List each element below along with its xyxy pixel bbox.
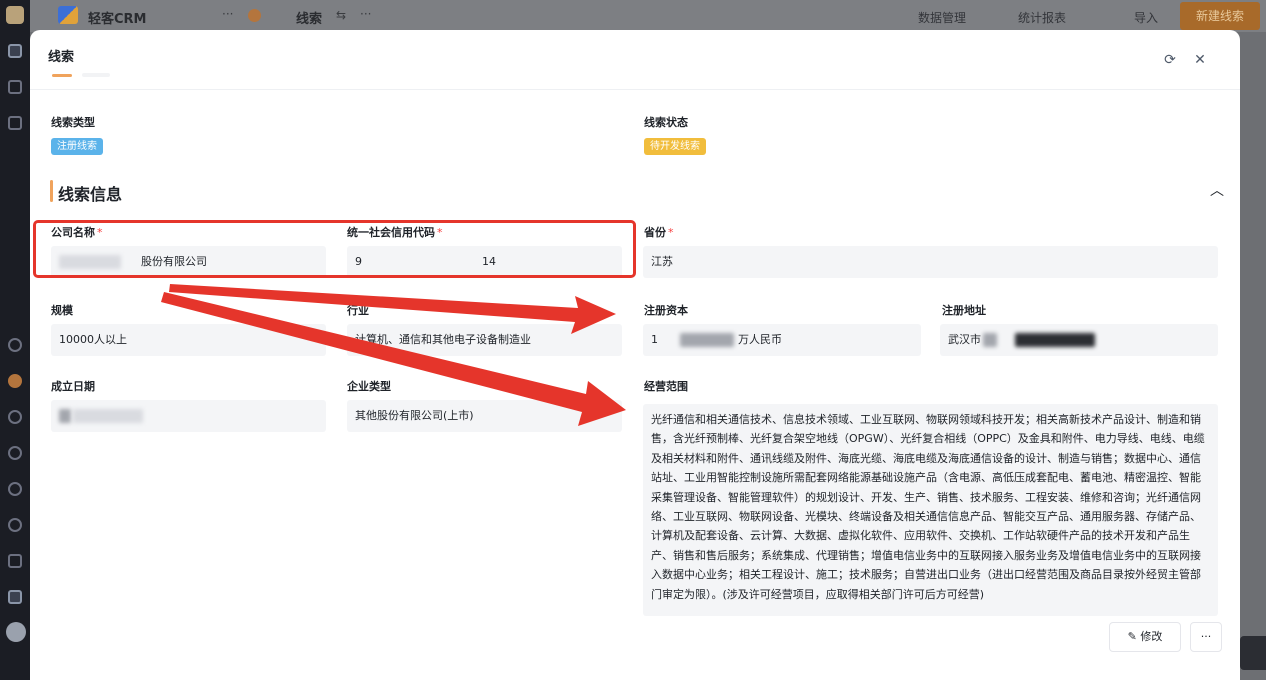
more-actions-button[interactable]: ··· bbox=[1190, 622, 1222, 652]
brand-name: 轻客CRM bbox=[88, 12, 147, 27]
edit-button[interactable]: ✎ 修改 bbox=[1109, 622, 1181, 652]
brand-logo-icon bbox=[58, 6, 78, 24]
sidebar-user-icon[interactable] bbox=[8, 446, 22, 460]
sidebar-apps-grid-icon[interactable] bbox=[8, 554, 22, 568]
edit-icon: ✎ bbox=[1127, 630, 1141, 643]
notification-dot-icon[interactable] bbox=[248, 9, 261, 22]
data-manage-link[interactable]: 数据管理 bbox=[918, 9, 966, 26]
sidebar-home-icon[interactable] bbox=[8, 80, 22, 94]
sidebar-search-icon[interactable] bbox=[8, 410, 22, 424]
module-title: 线索 bbox=[296, 12, 323, 27]
sidebar-apps-icon[interactable] bbox=[8, 116, 22, 130]
import-link[interactable]: 导入 bbox=[1134, 9, 1158, 26]
switch-icon[interactable]: ⇆ bbox=[336, 8, 346, 22]
avatar[interactable] bbox=[6, 622, 26, 642]
app-sidebar bbox=[0, 0, 30, 680]
app-topbar: 轻客CRM ··· 线索 ⇆ ··· 数据管理 统计报表 导入 新建线索 bbox=[30, 0, 1266, 32]
clue-detail-modal: 线索 ⟳ ✕ 线索类型 注册线索 线索状态 待开发线索 线索信息 ︿ 公司名称 *… bbox=[30, 30, 1240, 680]
report-link[interactable]: 统计报表 bbox=[1018, 9, 1066, 26]
float-panel bbox=[1240, 636, 1266, 670]
module-more-icon[interactable]: ··· bbox=[360, 7, 371, 21]
sidebar-active-icon[interactable] bbox=[8, 590, 22, 604]
annotation-arrows bbox=[161, 284, 626, 426]
sidebar-help-icon[interactable] bbox=[8, 518, 22, 532]
sidebar-badge-icon[interactable] bbox=[8, 374, 22, 388]
app-logo bbox=[6, 6, 24, 24]
new-clue-button[interactable]: 新建线索 bbox=[1180, 2, 1260, 30]
sidebar-grid-icon[interactable] bbox=[8, 44, 22, 58]
sidebar-link-icon[interactable] bbox=[8, 338, 22, 352]
more-icon[interactable]: ··· bbox=[222, 7, 233, 21]
sidebar-bell-icon[interactable] bbox=[8, 482, 22, 496]
arrow-to-registered-capital bbox=[169, 284, 616, 334]
